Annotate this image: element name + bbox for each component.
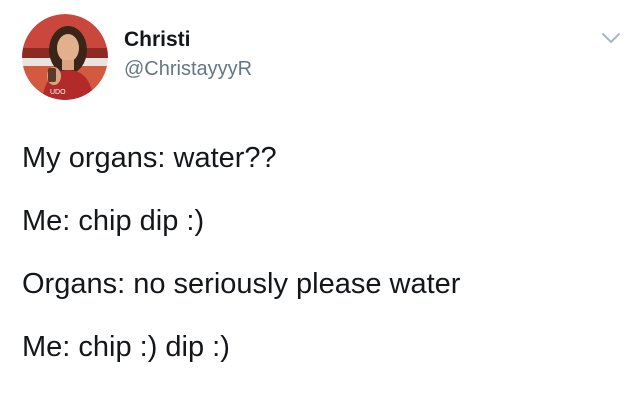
- tweet-line: Me: chip :) dip :): [22, 331, 230, 363]
- chevron-down-icon[interactable]: [600, 30, 622, 46]
- tweet-card: UDO Christi @ChristayyyR My organs: wate…: [0, 0, 640, 407]
- tweet-header: UDO Christi @ChristayyyR: [22, 14, 252, 100]
- tweet-line: Organs: no seriously please water: [22, 268, 461, 300]
- avatar[interactable]: UDO: [22, 14, 108, 100]
- user-names: Christi @ChristayyyR: [124, 27, 252, 82]
- tweet-line: My organs: water??: [22, 142, 277, 174]
- svg-text:UDO: UDO: [50, 89, 66, 96]
- user-handle[interactable]: @ChristayyyR: [124, 56, 252, 82]
- display-name[interactable]: Christi: [124, 27, 252, 53]
- tweet-text: My organs: water?? Me: chip dip :) Organ…: [22, 140, 622, 392]
- tweet-line: Me: chip dip :): [22, 205, 205, 237]
